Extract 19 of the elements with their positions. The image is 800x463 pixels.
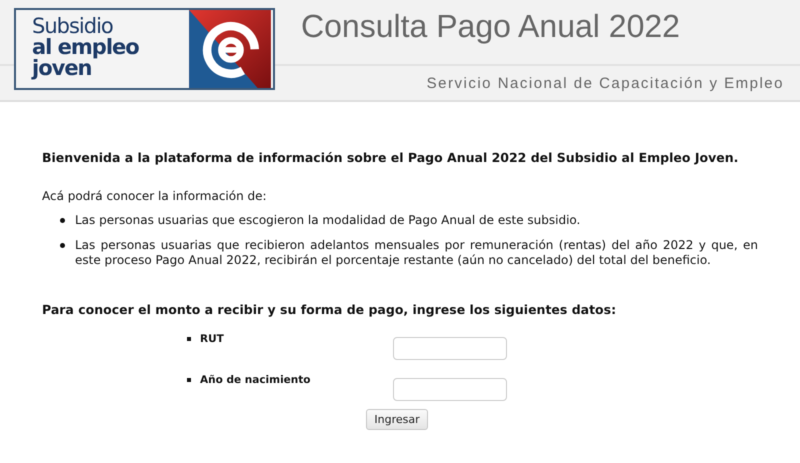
logo-text: joven [32,58,92,79]
input-field[interactable] [393,378,507,401]
organization-name: Servicio Nacional de Capacitación y Empleo [426,74,784,92]
welcome-text: Bienvenida a la plataforma de información sobre el Pago Anual 2022 del Subsidio al Empleo Joven. [42,150,740,165]
bullet-icon [60,243,65,248]
bullet-icon [187,337,191,341]
list-item-text: Las personas usuarias que escogieron la modalidad de Pago Anual de este subsidio. [75,213,580,228]
bullet-icon [60,218,65,223]
logo-text: al empleo [32,37,140,58]
list-item-text: Las personas usuarias que recibieron adelantos mensuales por remuneración (rentas) del año 2022 y que, en este proceso Pago Anual 2022, recibirán el porcentaje restante (aún no cancelado) del total del beneficio. [75,238,758,268]
input-field[interactable] [393,337,507,360]
field-label: Año de nacimiento [200,374,311,386]
logo-text: Subsidio [32,16,114,37]
bullet-icon [187,378,191,382]
page-title: Consulta Pago Anual 2022 [301,8,680,45]
lead-text: Acá podrá conocer la información de: [42,189,268,203]
form-heading: Para conocer el monto a recibir y su forma de pago, ingrese los siguientes datos: [42,302,618,317]
field-label: RUT [200,333,224,345]
submit-button[interactable]: Ingresar [366,409,428,430]
